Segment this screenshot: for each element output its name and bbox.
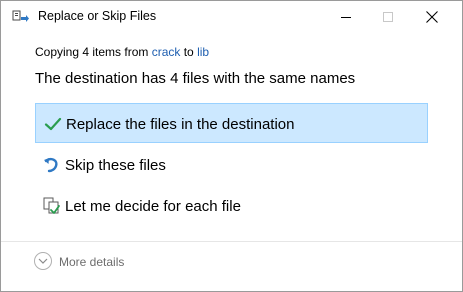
compare-files-icon	[43, 197, 61, 215]
title-bar[interactable]: Replace or Skip Files	[1, 1, 462, 33]
maximize-icon	[383, 11, 393, 22]
copy-status-text: Copying 4 items from crack to lib	[35, 45, 209, 59]
dialog-footer: More details	[1, 242, 462, 291]
dialog-heading: The destination has 4 files with the sam…	[35, 70, 356, 87]
copy-middle: to	[180, 45, 198, 59]
window-title: Replace or Skip Files	[38, 9, 157, 23]
copy-prefix: Copying 4 items from	[35, 45, 152, 59]
skip-arrow-icon	[43, 156, 61, 174]
close-icon	[426, 10, 438, 23]
replace-files-label: Replace the files in the destination	[66, 116, 295, 133]
chevron-down-icon	[38, 258, 48, 264]
source-folder-link[interactable]: crack	[152, 45, 181, 59]
destination-folder-link[interactable]: lib	[197, 45, 209, 59]
skip-files-option[interactable]: Skip these files	[35, 145, 428, 185]
minimize-icon	[341, 16, 351, 18]
minimize-button[interactable]	[323, 1, 369, 32]
replace-files-option[interactable]: Replace the files in the destination	[35, 103, 428, 143]
checkmark-icon	[44, 115, 62, 133]
more-details-toggle[interactable]	[34, 252, 52, 270]
skip-files-label: Skip these files	[65, 157, 166, 174]
replace-or-skip-dialog: Replace or Skip Files Copying 4 items fr…	[0, 0, 463, 292]
move-files-icon	[12, 9, 30, 25]
decide-each-file-option[interactable]: Let me decide for each file	[35, 186, 428, 226]
close-button[interactable]	[409, 1, 455, 32]
maximize-button[interactable]	[365, 1, 411, 32]
more-details-label[interactable]: More details	[59, 255, 124, 269]
decide-each-file-label: Let me decide for each file	[65, 198, 241, 215]
